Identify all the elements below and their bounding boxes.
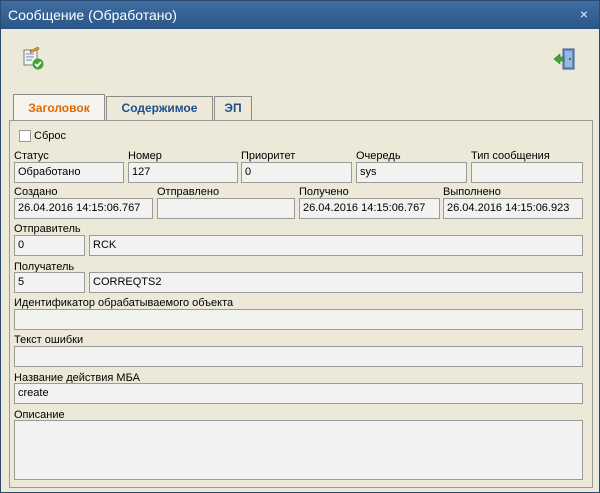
tab-content[interactable]: Содержимое: [106, 96, 213, 121]
header-tab-panel: Сброс Статус Обработано Номер 127 Приори…: [9, 120, 593, 488]
executed-label: Выполнено: [443, 186, 501, 198]
recipient-id-field[interactable]: 5: [14, 272, 85, 293]
document-edit-check-icon[interactable]: [21, 46, 45, 71]
sender-name-field[interactable]: RCK: [89, 235, 583, 256]
message-window: Сообщение (Обработано) × Заголовок Содер…: [0, 0, 600, 493]
executed-field[interactable]: 26.04.2016 14:15:06.923: [443, 198, 583, 219]
status-field[interactable]: Обработано: [14, 162, 124, 183]
reset-checkbox[interactable]: [19, 130, 31, 142]
status-label: Статус: [14, 150, 49, 162]
error-text-label: Текст ошибки: [14, 334, 84, 346]
recipient-name-field[interactable]: CORREQTS2: [89, 272, 583, 293]
sender-label: Отправитель: [14, 223, 81, 235]
created-field[interactable]: 26.04.2016 14:15:06.767: [14, 198, 153, 219]
message-type-field[interactable]: [471, 162, 583, 183]
sent-field[interactable]: [157, 198, 295, 219]
sent-label: Отправлено: [157, 186, 220, 198]
priority-label: Приоритет: [241, 150, 296, 162]
received-field[interactable]: 26.04.2016 14:15:06.767: [299, 198, 440, 219]
queue-label: Очередь: [356, 150, 401, 162]
number-field[interactable]: 127: [128, 162, 238, 183]
tab-signature[interactable]: ЭП: [214, 96, 252, 121]
sender-id-field[interactable]: 0: [14, 235, 85, 256]
queue-field[interactable]: sys: [356, 162, 467, 183]
reset-label: Сброс: [34, 130, 66, 142]
tab-header[interactable]: Заголовок: [13, 94, 105, 121]
exit-door-icon[interactable]: [553, 47, 577, 71]
number-label: Номер: [128, 150, 162, 162]
object-id-label: Идентификатор обрабатываемого объекта: [14, 297, 234, 309]
created-label: Создано: [14, 186, 58, 198]
error-text-field[interactable]: [14, 346, 583, 367]
close-icon[interactable]: ×: [577, 7, 591, 21]
object-id-field[interactable]: [14, 309, 583, 330]
title-bar[interactable]: Сообщение (Обработано) ×: [1, 1, 599, 29]
message-type-label: Тип сообщения: [471, 150, 550, 162]
priority-field[interactable]: 0: [241, 162, 352, 183]
description-field[interactable]: [14, 420, 583, 480]
received-label: Получено: [299, 186, 349, 198]
mba-action-field[interactable]: create: [14, 383, 583, 404]
window-title: Сообщение (Обработано): [8, 7, 177, 23]
